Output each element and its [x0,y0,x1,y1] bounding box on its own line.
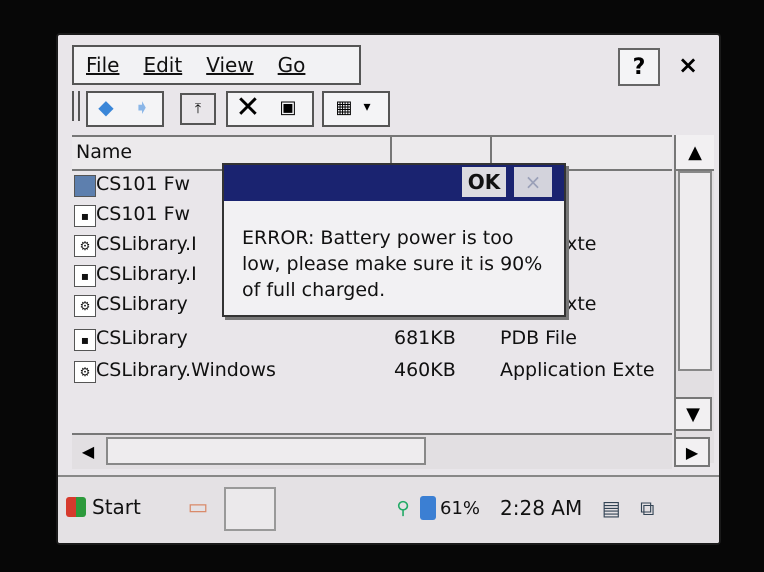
dialog-close-button[interactable]: × [514,167,552,197]
delete-icon[interactable]: ✕ [230,90,266,125]
file-name: CS101 Fw [96,203,191,225]
pdb-file-icon: ▪ [74,265,96,287]
horizontal-scroll-thumb[interactable] [106,437,426,465]
scroll-down-icon[interactable]: ▼ [674,397,712,431]
file-name: CSLibrary [96,293,188,315]
forward-arrow-icon[interactable]: ➧ [124,91,160,123]
file-size: 460KB [394,359,456,381]
menu-edit[interactable]: Edit [131,47,194,83]
list-item[interactable]: ⚙ CSLibrary.Windows 460KB Application Ex… [72,357,672,387]
file-name: CSLibrary.I [96,263,197,285]
menu-edit-label: Edit [143,53,183,77]
application-icon [74,175,96,197]
menu-view-label: View [206,53,254,77]
taskbar-slot[interactable] [224,487,276,531]
system-tray: ⚲ 61% 2:28 AM ▤ ⧉ [392,485,714,531]
dialog-title-bar: OK × [224,165,564,201]
start-label: Start [92,495,141,519]
battery-percent: 61% [440,497,481,519]
file-type: Application Exte [500,359,655,381]
device-screen: File Edit View Go ? × ◆ ➧ ⤒ ✕ ▣ ▦ ▾ Name… [58,35,719,543]
horizontal-scrollbar[interactable]: ◀ [72,433,672,469]
pdb-file-icon: ▪ [74,329,96,351]
dll-file-icon: ⚙ [74,235,96,257]
menu-file[interactable]: File [74,47,131,83]
toolbar-grip[interactable] [72,91,80,121]
file-name: CSLibrary [96,327,188,349]
menu-group: File Edit View Go [72,45,361,85]
folder-icon[interactable]: ▭ [178,487,218,527]
scroll-right-icon[interactable]: ▶ [674,437,710,467]
file-size: 681KB [394,327,456,349]
battery-icon[interactable] [420,496,436,520]
menu-bar: File Edit View Go ? × [64,41,707,86]
dll-file-icon: ⚙ [74,295,96,317]
windows-flag-icon [66,497,86,517]
pdb-file-icon: ▪ [74,205,96,227]
file-name: CS101 Fw [96,173,191,195]
menu-go-label: Go [277,53,306,77]
scroll-up-icon[interactable]: ▲ [676,135,714,171]
back-arrow-icon[interactable]: ◆ [88,91,124,123]
start-button[interactable]: Start [66,487,170,527]
clock[interactable]: 2:28 AM [500,496,582,520]
menu-view[interactable]: View [194,47,265,83]
column-header-name[interactable]: Name [76,141,132,163]
taskbar: Start ▭ ⚲ 61% 2:28 AM ▤ ⧉ [58,475,719,543]
input-panel-icon[interactable]: ▤ [596,494,626,522]
close-button[interactable]: × [670,48,706,82]
file-type: PDB File [500,327,577,349]
menu-file-label: File [86,53,120,77]
menu-go[interactable]: Go [266,47,318,83]
chevron-down-icon[interactable]: ▾ [354,91,380,123]
file-name: CSLibrary.Windows [96,359,276,381]
error-message: ERROR: Battery power is too low, please … [242,227,543,301]
list-item[interactable]: ▪ CSLibrary 681KB PDB File [72,325,672,355]
connectivity-icon[interactable]: ⧉ [632,494,662,522]
help-button[interactable]: ? [618,48,660,86]
scroll-left-icon[interactable]: ◀ [72,435,104,467]
ok-button[interactable]: OK [462,167,506,197]
signal-icon[interactable]: ⚲ [392,498,414,519]
file-name: CSLibrary.I [96,233,197,255]
dll-file-icon: ⚙ [74,361,96,383]
up-folder-icon[interactable]: ⤒ [180,93,216,125]
properties-icon[interactable]: ▣ [270,91,306,123]
error-dialog: OK × ERROR: Battery power is too low, pl… [222,163,566,317]
vertical-scroll-thumb[interactable] [678,171,712,371]
toolbar: ◆ ➧ ⤒ ✕ ▣ ▦ ▾ [64,85,707,129]
